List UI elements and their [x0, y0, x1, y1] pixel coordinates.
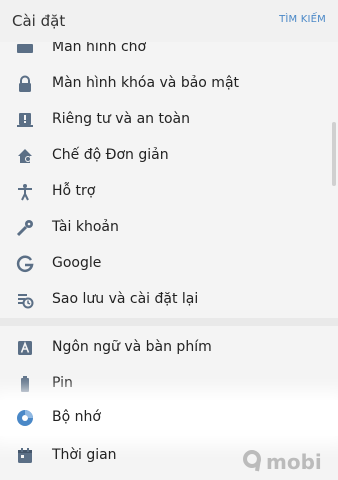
battery-icon [16, 375, 34, 393]
settings-item-label: Riêng tư và an toàn [52, 111, 190, 127]
settings-item-label: Chế độ Đơn giản [52, 147, 169, 163]
storage-icon [16, 409, 34, 427]
settings-item-label: Màn hình khóa và bảo mật [52, 75, 240, 91]
easy-mode-home-icon [16, 147, 34, 165]
search-button[interactable]: TÌM KIẾM [279, 14, 326, 25]
google-icon [16, 255, 34, 273]
accessibility-icon [16, 183, 34, 201]
page-title: Cài đặt [12, 12, 66, 30]
settings-item-backup-reset[interactable]: Sao lưu và cài đặt lại [0, 282, 338, 318]
scrollbar[interactable] [332, 122, 336, 186]
calendar-icon [16, 447, 34, 465]
settings-item-label: Bộ nhớ [52, 409, 101, 425]
settings-item-label: Google [52, 255, 102, 271]
privacy-icon [16, 111, 34, 129]
settings-item-storage[interactable]: Bộ nhớ [0, 400, 338, 436]
settings-item-lock-security[interactable]: Màn hình khóa và bảo mật [0, 66, 338, 102]
app-header: Cài đặt TÌM KIẾM [0, 0, 338, 42]
watermark-nine-icon [243, 450, 261, 472]
settings-item-label: Ngôn ngữ và bàn phím [52, 339, 212, 355]
settings-item-google[interactable]: Google [0, 246, 338, 282]
settings-item-label: Tài khoản [52, 219, 119, 235]
settings-item-easy-mode[interactable]: Chế độ Đơn giản [0, 138, 338, 174]
watermark-text: mobi [266, 450, 322, 474]
settings-item-battery[interactable]: Pin [0, 366, 338, 402]
settings-screen: Màn hình chờ Cài đặt TÌM KIẾM Màn hình k… [0, 0, 338, 480]
settings-item-label: Pin [52, 375, 73, 391]
backup-icon [16, 291, 34, 309]
settings-item-privacy[interactable]: Riêng tư và an toàn [0, 102, 338, 138]
settings-item-label: Hỗ trợ [52, 183, 96, 199]
group-divider [0, 318, 338, 326]
settings-item-accounts[interactable]: Tài khoản [0, 210, 338, 246]
key-icon [16, 219, 34, 237]
watermark-logo: mobi [240, 448, 330, 474]
settings-item-accessibility[interactable]: Hỗ trợ [0, 174, 338, 210]
settings-item-label: Sao lưu và cài đặt lại [52, 291, 199, 307]
settings-item-label: Thời gian [52, 447, 117, 463]
settings-item-language-keyboard[interactable]: Ngôn ngữ và bàn phím [0, 330, 338, 366]
language-icon [16, 339, 34, 357]
lock-icon [16, 75, 34, 93]
